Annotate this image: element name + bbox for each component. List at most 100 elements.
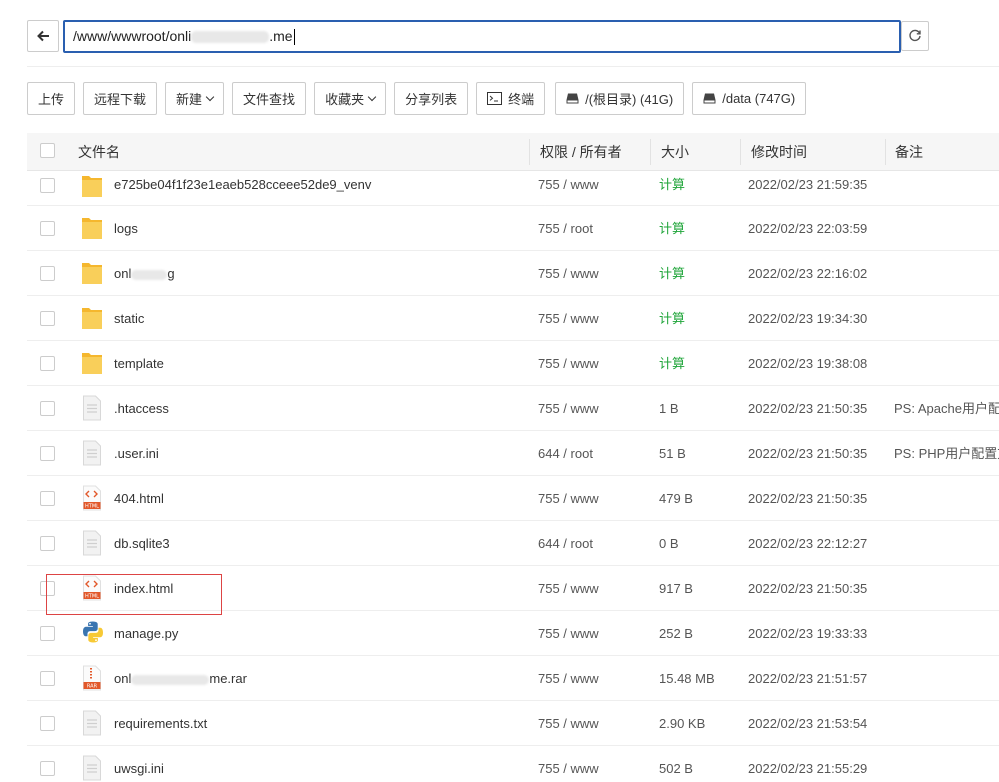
permission-owner[interactable]: 755 / www	[538, 296, 648, 341]
file-note[interactable]	[894, 746, 999, 782]
permission-owner[interactable]: 644 / root	[538, 431, 648, 476]
header-filename[interactable]: 文件名	[78, 133, 120, 171]
row-checkbox[interactable]	[40, 491, 55, 506]
file-name[interactable]: static	[114, 296, 534, 341]
row-checkbox[interactable]	[40, 266, 55, 281]
header-permission[interactable]: 权限 / 所有者	[540, 133, 622, 171]
path-input[interactable]: /www/wwwroot/onli .me	[63, 20, 901, 53]
file-note[interactable]	[894, 206, 999, 251]
calc-size-link[interactable]: 计算	[659, 341, 745, 386]
file-search-button[interactable]: 文件查找	[232, 82, 307, 115]
modified-time: 2022/02/23 22:16:02	[748, 266, 868, 281]
file-note[interactable]	[894, 566, 999, 611]
file-note[interactable]	[894, 171, 999, 206]
file-name[interactable]: onl g	[114, 251, 534, 296]
file-name[interactable]: template	[114, 341, 534, 386]
file-name[interactable]: .user.ini	[114, 431, 534, 476]
terminal-button[interactable]: 终端	[476, 82, 546, 115]
row-checkbox[interactable]	[40, 178, 55, 193]
permission-owner[interactable]: 755 / www	[538, 386, 648, 431]
permission-owner[interactable]: 755 / www	[538, 171, 648, 206]
file-name[interactable]: onl me.rar	[114, 656, 534, 701]
table-row[interactable]: manage.py 755 / www 252 B 2022/02/23 19:33:…	[27, 611, 999, 656]
permission-owner[interactable]: 755 / www	[538, 701, 648, 746]
permission-owner[interactable]: 755 / www	[538, 251, 648, 296]
permission-owner[interactable]: 755 / www	[538, 656, 648, 701]
row-checkbox[interactable]	[40, 671, 55, 686]
table-row[interactable]: .user.ini 644 / root 51 B 2022/02/23 21:50:…	[27, 431, 999, 476]
back-button[interactable]	[27, 20, 59, 52]
modified-time: 2022/02/23 22:03:59	[748, 221, 868, 236]
file-name[interactable]: db.sqlite3	[114, 521, 534, 566]
row-checkbox[interactable]	[40, 356, 55, 371]
table-row[interactable]: static 755 / www 计算 2022/02/23 19:34:30	[27, 296, 999, 341]
calc-size-link[interactable]: 计算	[659, 171, 745, 206]
row-checkbox[interactable]	[40, 761, 55, 776]
table-row[interactable]: .htaccess 755 / www 1 B 2022/02/23 21:50:35…	[27, 386, 999, 431]
permission-owner[interactable]: 755 / root	[538, 206, 648, 251]
table-row[interactable]: uwsgi.ini 755 / www 502 B 2022/02/23 21:55:…	[27, 746, 999, 782]
redacted-blur	[131, 674, 210, 685]
file-icon	[81, 530, 103, 556]
table-header: 文件名 权限 / 所有者 大小 修改时间 备注	[27, 133, 999, 171]
favorites-dropdown-button[interactable]: 收藏夹	[314, 82, 387, 115]
file-note[interactable]	[894, 521, 999, 566]
remote-download-button[interactable]: 远程下载	[83, 82, 158, 115]
permission-owner[interactable]: 644 / root	[538, 521, 648, 566]
file-size: 917 B	[659, 581, 693, 596]
disk-root-button[interactable]: /(根目录) (41G)	[555, 82, 685, 115]
file-name[interactable]: e725be04f1f23e1eaeb528cceee52de9_venv	[114, 171, 534, 206]
share-list-button[interactable]: 分享列表	[394, 82, 469, 115]
table-row[interactable]: RAR onl me.rar 755 / www 15.48 MB 2022/02/23 …	[27, 656, 999, 701]
select-all-checkbox[interactable]	[40, 143, 55, 158]
file-note[interactable]: PS: Apache用户配置	[894, 386, 999, 431]
header-mtime[interactable]: 修改时间	[751, 133, 807, 171]
row-checkbox[interactable]	[40, 536, 55, 551]
row-checkbox[interactable]	[40, 401, 55, 416]
disk-data-button[interactable]: /data (747G)	[692, 82, 807, 115]
column-divider	[740, 139, 741, 165]
file-note[interactable]	[894, 341, 999, 386]
table-row[interactable]: db.sqlite3 644 / root 0 B 2022/02/23 22:12:…	[27, 521, 999, 566]
svg-text:RAR: RAR	[87, 684, 98, 690]
upload-button[interactable]: 上传	[27, 82, 76, 115]
permission-owner[interactable]: 755 / www	[538, 476, 648, 521]
file-name[interactable]: logs	[114, 206, 534, 251]
permission-owner[interactable]: 755 / www	[538, 611, 648, 656]
calc-size-link[interactable]: 计算	[659, 296, 745, 341]
file-name[interactable]: manage.py	[114, 611, 534, 656]
modified-time: 2022/02/23 19:38:08	[748, 356, 868, 371]
row-checkbox[interactable]	[40, 716, 55, 731]
file-note[interactable]	[894, 701, 999, 746]
permission-owner[interactable]: 755 / www	[538, 746, 648, 782]
row-checkbox[interactable]	[40, 626, 55, 641]
file-note[interactable]	[894, 611, 999, 656]
row-checkbox[interactable]	[40, 221, 55, 236]
file-name[interactable]: uwsgi.ini	[114, 746, 534, 782]
permission-owner[interactable]: 755 / www	[538, 566, 648, 611]
new-dropdown-button[interactable]: 新建	[165, 82, 225, 115]
file-note[interactable]	[894, 476, 999, 521]
row-checkbox[interactable]	[40, 311, 55, 326]
table-row[interactable]: e725be04f1f23e1eaeb528cceee52de9_venv 755…	[27, 171, 999, 206]
table-row[interactable]: template 755 / www 计算 2022/02/23 19:38:08	[27, 341, 999, 386]
file-note[interactable]	[894, 656, 999, 701]
file-note[interactable]	[894, 296, 999, 341]
row-checkbox[interactable]	[40, 446, 55, 461]
remote-download-label: 远程下载	[94, 92, 147, 107]
permission-owner[interactable]: 755 / www	[538, 341, 648, 386]
table-row[interactable]: HTML 404.html 755 / www 479 B 2022/02/23 21:…	[27, 476, 999, 521]
file-name[interactable]: .htaccess	[114, 386, 534, 431]
header-size[interactable]: 大小	[661, 133, 689, 171]
calc-size-link[interactable]: 计算	[659, 206, 745, 251]
file-name[interactable]: 404.html	[114, 476, 534, 521]
file-note[interactable]	[894, 251, 999, 296]
file-note[interactable]: PS: PHP用户配置文	[894, 431, 999, 476]
table-row[interactable]: onl g 755 / www 计算 2022/02/23 22:16:02	[27, 251, 999, 296]
table-row[interactable]: logs 755 / root 计算 2022/02/23 22:03:59	[27, 206, 999, 251]
refresh-button[interactable]	[901, 21, 929, 51]
calc-size-link[interactable]: 计算	[659, 251, 745, 296]
file-name[interactable]: requirements.txt	[114, 701, 534, 746]
table-row[interactable]: requirements.txt 755 / www 2.90 KB 2022/02/…	[27, 701, 999, 746]
file-size: 51 B	[659, 446, 686, 461]
